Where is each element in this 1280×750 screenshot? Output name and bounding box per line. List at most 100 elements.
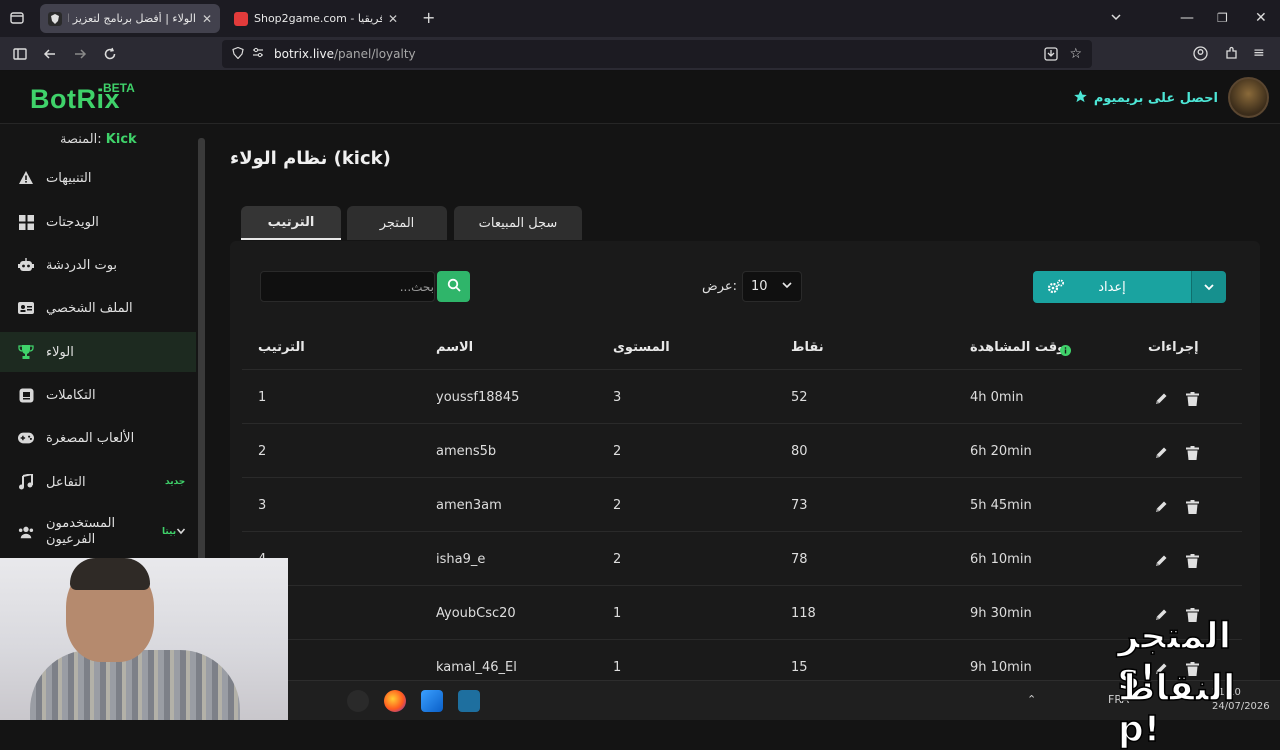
- get-premium-link[interactable]: احصل على بريميوم: [1073, 89, 1218, 108]
- row-divider: [242, 423, 1242, 424]
- back-icon[interactable]: [43, 47, 57, 64]
- site-info-icon[interactable]: [252, 47, 264, 62]
- sidebar-item-subusers[interactable]: المستخدمون الفرعيون بيتا: [0, 510, 196, 554]
- tray-chevron-icon[interactable]: ⌃: [1027, 693, 1036, 706]
- shield-icon: [48, 11, 62, 26]
- cell-points: 78: [791, 552, 808, 567]
- close-window-icon[interactable]: ✕: [1255, 11, 1267, 25]
- cell-name: amens5b: [436, 444, 497, 459]
- account-icon[interactable]: [1193, 46, 1208, 64]
- chevron-down-icon: [781, 279, 793, 295]
- sidebar-item-label: الولاء: [46, 344, 74, 360]
- chevron-down-icon[interactable]: [1110, 11, 1122, 26]
- sidebar-item-label: الألعاب المصغرة: [46, 430, 135, 446]
- row-divider: [242, 477, 1242, 478]
- url-path: /panel/loyalty: [334, 47, 416, 61]
- column-header-rank[interactable]: الترتيب: [258, 340, 305, 355]
- webcam-person-body: [30, 650, 240, 720]
- premium-label: احصل على بريميوم: [1093, 91, 1218, 106]
- delete-icon[interactable]: [1186, 391, 1200, 406]
- show-label: عرض:: [702, 279, 738, 294]
- cell-name: youssf18845: [436, 390, 520, 405]
- cell-name: AyoubCsc20: [436, 606, 516, 621]
- browser-tab-1[interactable]: الولاء | أفضل برنامج لتعزيز البث ✕: [40, 4, 220, 33]
- app-icon[interactable]: [458, 690, 480, 712]
- column-header-name[interactable]: الاسم: [436, 340, 473, 355]
- delete-icon[interactable]: [1186, 499, 1200, 514]
- tab-list-icon[interactable]: [10, 11, 24, 28]
- security-shield-icon[interactable]: [232, 46, 244, 62]
- sidebar-item-profile[interactable]: الملف الشخصي: [0, 288, 196, 328]
- edit-icon[interactable]: [1154, 445, 1168, 459]
- platform-label: المنصة:: [60, 132, 102, 147]
- cell-points: 52: [791, 390, 808, 405]
- setup-button[interactable]: إعداد: [1033, 271, 1191, 303]
- shop-favicon-icon: [234, 11, 248, 26]
- gear-icon: [1047, 279, 1065, 299]
- info-icon[interactable]: [1060, 341, 1071, 360]
- column-header-level[interactable]: المستوى: [613, 340, 670, 355]
- sidebar-scrollbar[interactable]: [198, 138, 205, 568]
- sidebar-item-interaction[interactable]: التفاعل جديد: [0, 462, 196, 502]
- search-button[interactable]: [437, 271, 470, 302]
- edit-icon[interactable]: [1154, 391, 1168, 405]
- bookmark-star-icon[interactable]: ☆: [1069, 46, 1082, 62]
- avatar[interactable]: [1228, 77, 1269, 118]
- edit-icon[interactable]: [1154, 553, 1168, 567]
- sidebar-item-widgets[interactable]: الويدجتات: [0, 202, 196, 242]
- sidebar-item-alerts[interactable]: التنبيهات: [0, 158, 196, 198]
- page-size-select[interactable]: 10: [742, 271, 802, 302]
- webcam-person-hair: [70, 558, 150, 590]
- sidebar-item-integrations[interactable]: التكاملات: [0, 375, 196, 415]
- beta-badge: بيتا: [162, 527, 177, 537]
- sidebar-item-loyalty[interactable]: الولاء: [0, 332, 196, 372]
- column-header-actions: إجراءات: [1148, 340, 1199, 355]
- sidebar-toggle-icon[interactable]: [13, 47, 27, 64]
- warning-icon: [18, 170, 34, 186]
- sidebar-item-minigames[interactable]: الألعاب المصغرة: [0, 418, 196, 458]
- cell-level: 2: [613, 498, 622, 513]
- delete-icon[interactable]: [1186, 553, 1200, 568]
- tab-ranking[interactable]: الترتيب: [241, 206, 341, 240]
- robot-icon: [18, 257, 34, 273]
- browser-tab-2[interactable]: Shop2game.com - شمال أفريقيا ✕: [226, 4, 406, 33]
- grid-icon: [18, 214, 34, 230]
- header-divider: [242, 369, 1242, 370]
- new-tab-icon[interactable]: +: [422, 10, 435, 26]
- gamepad-icon: [18, 430, 34, 446]
- minimize-icon[interactable]: —: [1180, 11, 1194, 25]
- sidebar-item-label: الملف الشخصي: [46, 300, 133, 316]
- chevron-down-icon[interactable]: [176, 525, 186, 540]
- ranking-panel: [230, 241, 1260, 720]
- cell-rank: 1: [258, 390, 267, 405]
- close-tab-icon[interactable]: ✕: [202, 12, 212, 26]
- column-header-watch-time[interactable]: وقت المشاهدة: [970, 340, 1065, 355]
- extensions-icon[interactable]: [1224, 46, 1239, 64]
- tab-store[interactable]: المتجر: [347, 206, 447, 240]
- delete-icon[interactable]: [1186, 445, 1200, 460]
- search-input[interactable]: [260, 271, 435, 302]
- tab-sales-log[interactable]: سجل المبيعات: [454, 206, 582, 240]
- obs-icon[interactable]: [347, 690, 369, 712]
- restore-icon[interactable]: ❐: [1217, 11, 1228, 25]
- setup-dropdown-button[interactable]: [1191, 271, 1226, 303]
- id-card-icon: [18, 300, 34, 316]
- menu-icon[interactable]: ≡: [1253, 46, 1265, 60]
- cell-watch-time: 6h 20min: [970, 444, 1032, 459]
- cell-watch-time: 9h 10min: [970, 660, 1032, 675]
- platform-indicator: المنصة: Kick: [60, 132, 137, 147]
- save-page-icon[interactable]: [1044, 47, 1058, 64]
- platform-value: Kick: [105, 132, 137, 147]
- forward-icon[interactable]: [73, 47, 87, 64]
- photos-icon[interactable]: [421, 690, 443, 712]
- url-bar[interactable]: botrix.live/panel/loyalty ☆: [222, 40, 1092, 68]
- reload-icon[interactable]: [103, 47, 117, 64]
- firefox-icon[interactable]: [384, 690, 406, 712]
- integration-icon: [18, 387, 34, 403]
- close-tab-icon[interactable]: ✕: [388, 12, 398, 26]
- cell-level: 2: [613, 552, 622, 567]
- url-host: botrix.live: [274, 47, 334, 61]
- sidebar-item-chatbot[interactable]: بوت الدردشة: [0, 245, 196, 285]
- edit-icon[interactable]: [1154, 499, 1168, 513]
- column-header-points[interactable]: نقاط: [791, 340, 824, 355]
